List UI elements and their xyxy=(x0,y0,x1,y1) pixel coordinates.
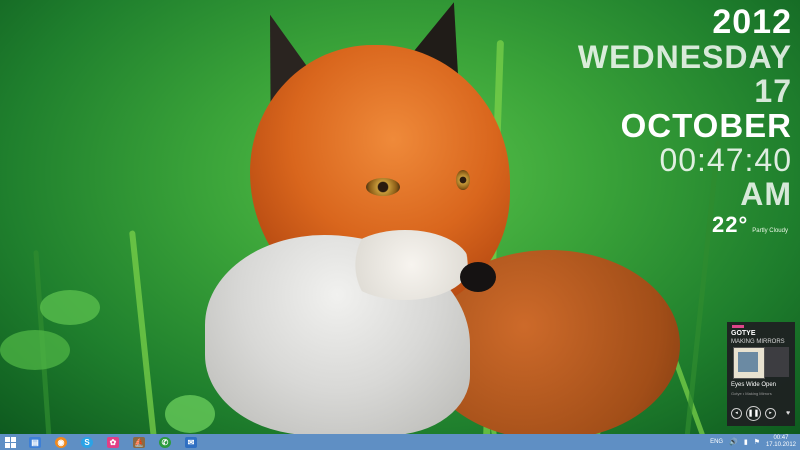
music-artist: GOTYE xyxy=(731,330,756,337)
leaf xyxy=(0,330,70,370)
tray-clock[interactable]: 00:47 17.10.2012 xyxy=(766,435,796,449)
music-player-widget[interactable]: GOTYE MAKING MIRRORS Eyes Wide Open Goty… xyxy=(727,322,795,426)
grass-blade xyxy=(129,230,157,434)
heart-icon[interactable]: ♥ xyxy=(786,410,790,417)
clock-ampm: AM xyxy=(740,176,792,212)
explorer-icon[interactable]: ▤ xyxy=(24,434,46,450)
tray-time: 00:47 xyxy=(773,435,789,441)
clock-month: OCTOBER xyxy=(620,107,792,144)
fox-eye xyxy=(366,178,400,196)
clock-year: 2012 xyxy=(712,3,792,41)
windows-start-icon[interactable] xyxy=(0,434,20,450)
weather-widget: 22° Partly Cloudy xyxy=(712,212,788,238)
mail-app-icon[interactable]: ✉ xyxy=(180,434,202,450)
taskbar: ▤ ◉ S ✿ ⛵ ✆ ✉ ENG 🔊 ▮ ⚑ 00:47 17.10.2012 xyxy=(0,434,800,450)
music-controls: ◂ ❚❚ ▸ ♥ xyxy=(731,406,790,421)
previous-track-icon[interactable]: ◂ xyxy=(731,408,742,419)
album-art-secondary xyxy=(765,347,789,377)
album-art xyxy=(733,347,765,379)
music-accent-bar xyxy=(732,325,744,328)
fox-nose xyxy=(460,262,496,292)
fox-muzzle xyxy=(340,230,470,300)
skype-icon[interactable]: S xyxy=(76,434,98,450)
leaf xyxy=(40,290,100,325)
music-track-subtitle: Gotye • Making Mirrors xyxy=(731,391,772,396)
clock-time: 00:47:40 xyxy=(659,142,792,178)
flag-icon[interactable]: ⚑ xyxy=(754,438,760,446)
fox-eye xyxy=(456,170,470,190)
volume-icon[interactable]: 🔊 xyxy=(729,438,738,446)
firefox-icon[interactable]: ◉ xyxy=(50,434,72,450)
flower-app-icon[interactable]: ✿ xyxy=(102,434,124,450)
next-track-icon[interactable]: ▸ xyxy=(765,408,776,419)
network-icon[interactable]: ▮ xyxy=(744,438,748,446)
tray-date: 17.10.2012 xyxy=(765,442,796,448)
clock-weekday: WEDNESDAY xyxy=(577,39,792,75)
weather-temperature: 22° xyxy=(712,212,749,237)
ship-app-icon[interactable]: ⛵ xyxy=(128,434,150,450)
pause-icon[interactable]: ❚❚ xyxy=(746,406,761,421)
music-track-title: Eyes Wide Open xyxy=(731,382,777,388)
language-indicator[interactable]: ENG xyxy=(710,439,723,445)
music-album: MAKING MIRRORS xyxy=(731,339,785,345)
desktop-clock-widget: 2012 WEDNESDAY 17 OCTOBER 00:47:40 AM xyxy=(578,5,792,210)
clock-day: 17 xyxy=(754,73,792,109)
chat-app-icon[interactable]: ✆ xyxy=(154,434,176,450)
weather-condition: Partly Cloudy xyxy=(752,228,788,234)
system-tray: ENG 🔊 ▮ ⚑ 00:47 17.10.2012 xyxy=(710,434,796,450)
leaf xyxy=(165,395,215,433)
